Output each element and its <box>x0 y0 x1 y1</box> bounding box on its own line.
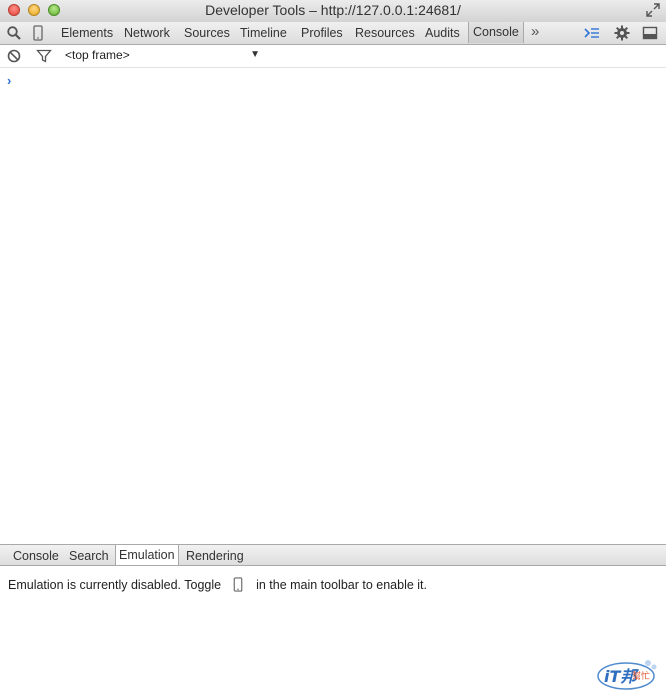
dropdown-arrow-icon: ▼ <box>250 49 260 60</box>
device-mode-icon[interactable] <box>30 25 46 41</box>
tab-timeline[interactable]: Timeline <box>240 25 287 41</box>
dock-icon[interactable] <box>642 25 658 41</box>
device-mode-icon <box>233 577 242 592</box>
main-toolbar: Elements Network Sources Timeline Profil… <box>0 22 666 45</box>
gear-icon[interactable] <box>614 25 630 41</box>
clear-console-icon[interactable] <box>6 48 22 64</box>
drawer-tab-bar: Console Search Emulation Rendering <box>0 544 666 566</box>
tab-sources[interactable]: Sources <box>184 25 230 41</box>
tab-audits[interactable]: Audits <box>425 25 460 41</box>
emulation-message-end: in the main toolbar to enable it. <box>256 578 428 592</box>
window-title: Developer Tools – http://127.0.0.1:24681… <box>205 2 461 18</box>
frame-select[interactable]: <top frame> ▼ <box>65 48 260 62</box>
search-icon[interactable] <box>6 25 22 41</box>
drawer-tab-rendering[interactable]: Rendering <box>186 548 244 564</box>
emulation-message-start: Emulation is currently disabled. Toggle <box>8 578 222 592</box>
title-bar: Developer Tools – http://127.0.0.1:24681… <box>0 0 666 23</box>
tab-console[interactable]: Console <box>468 22 524 43</box>
drawer-tab-console[interactable]: Console <box>13 548 59 564</box>
emulation-panel: Emulation is currently disabled. Toggle … <box>0 566 666 694</box>
tab-elements[interactable]: Elements <box>61 25 113 41</box>
filter-icon[interactable] <box>36 48 52 64</box>
frame-select-value: <top frame> <box>65 48 130 62</box>
tabs-overflow-button[interactable]: » <box>531 23 539 40</box>
drawer-tab-search[interactable]: Search <box>69 548 109 564</box>
console-filter-bar: <top frame> ▼ <box>0 45 666 68</box>
fullscreen-icon[interactable] <box>646 3 660 17</box>
watermark-brand-sub: 幫忙 <box>632 670 650 682</box>
console-output[interactable]: › <box>0 68 666 544</box>
ithome-watermark-logo: iT邦 幫忙 <box>597 660 657 690</box>
console-prompt-icon[interactable]: › <box>7 73 11 88</box>
drawer-toggle-icon[interactable] <box>584 25 600 41</box>
tab-profiles[interactable]: Profiles <box>301 25 343 41</box>
tab-resources[interactable]: Resources <box>355 25 415 41</box>
tab-network[interactable]: Network <box>124 25 170 41</box>
drawer-tab-emulation[interactable]: Emulation <box>115 545 179 565</box>
emulation-disabled-message: Emulation is currently disabled. Toggle … <box>8 577 427 592</box>
